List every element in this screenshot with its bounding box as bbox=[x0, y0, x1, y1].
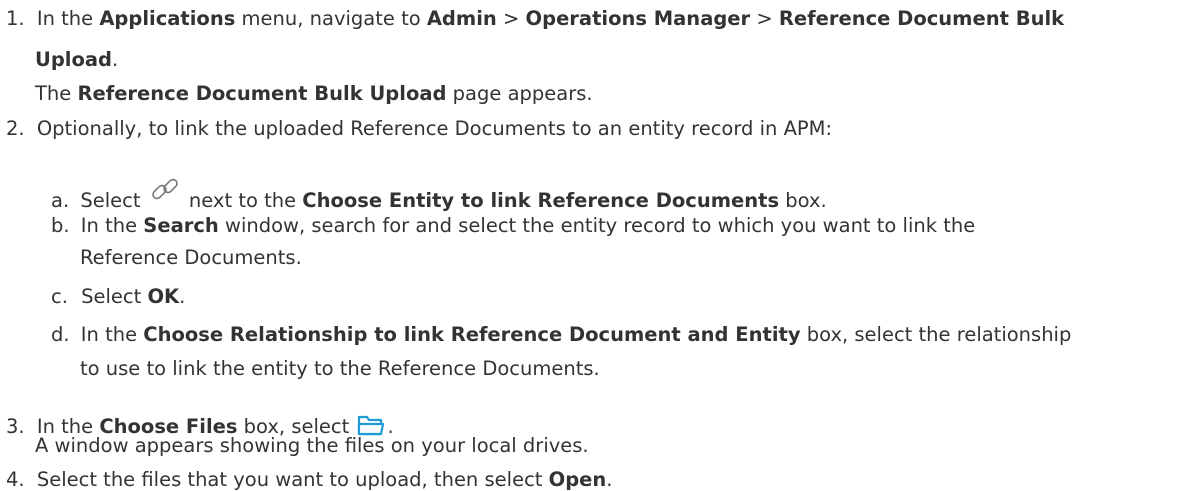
step-1: 1. In the Applications menu, navigate to… bbox=[6, 7, 1065, 30]
substep-c: c. Select OK. bbox=[51, 285, 186, 308]
menu-applications: Applications bbox=[99, 7, 236, 30]
link-icon bbox=[149, 173, 181, 210]
step-3-result: A window appears showing the files on yo… bbox=[35, 434, 589, 457]
step-number: 4. bbox=[6, 468, 25, 491]
menu-operations-manager: Operations Manager bbox=[525, 7, 751, 30]
substep-a: a. Select next to the Choose Entity to l… bbox=[51, 173, 827, 212]
substep-d: d. In the Choose Relationship to link Re… bbox=[51, 323, 1072, 346]
step-number: 1. bbox=[6, 7, 25, 30]
step-number: 2. bbox=[6, 117, 25, 140]
menu-reference-document-bulk-upload: Reference Document Bulk bbox=[778, 7, 1065, 30]
substep-d-continuation: to use to link the entity to the Referen… bbox=[80, 357, 600, 380]
step-1-result: The Reference Document Bulk Upload page … bbox=[35, 82, 593, 105]
procedure-steps: 1. In the Applications menu, navigate to… bbox=[0, 0, 1182, 491]
menu-admin: Admin bbox=[426, 7, 497, 30]
substep-b-continuation: Reference Documents. bbox=[80, 246, 302, 269]
step-2: 2. Optionally, to link the uploaded Refe… bbox=[6, 117, 833, 140]
step-4: 4. Select the files that you want to upl… bbox=[6, 468, 613, 491]
step-1-continuation: Upload. bbox=[35, 48, 119, 71]
substep-b: b. In the Search window, search for and … bbox=[51, 214, 976, 237]
step-number: 3. bbox=[6, 415, 25, 438]
